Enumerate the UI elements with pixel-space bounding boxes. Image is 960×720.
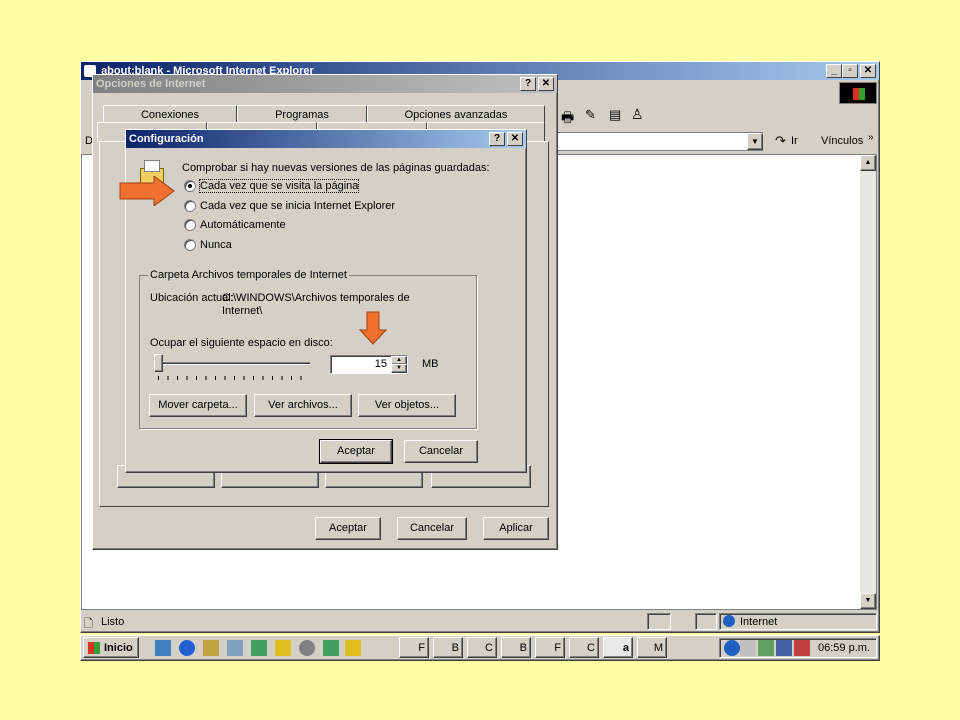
internet-explorer-icon[interactable] bbox=[179, 640, 195, 656]
task-button-6[interactable]: C bbox=[569, 637, 599, 658]
scroll-up-button[interactable]: ▲ bbox=[860, 155, 876, 171]
radio-automatic[interactable] bbox=[184, 219, 196, 231]
settings-dialog: Configuración ? ✕ Comprobar si hay nueva… bbox=[125, 129, 527, 473]
close-button[interactable]: ✕ bbox=[507, 132, 523, 146]
display-tray-icon[interactable] bbox=[776, 640, 792, 656]
help-button[interactable]: ? bbox=[520, 77, 536, 91]
location-value-line1: C:\WINDOWS\Archivos temporales de bbox=[222, 292, 410, 304]
zone-text: Internet bbox=[740, 616, 778, 628]
disk-space-value: 15 bbox=[374, 358, 387, 370]
options-ok-button[interactable]: Aceptar bbox=[315, 517, 381, 540]
close-button[interactable]: ✕ bbox=[860, 64, 876, 78]
task-button-1[interactable]: F bbox=[399, 637, 429, 658]
help-button[interactable]: ? bbox=[489, 132, 505, 146]
radio-never[interactable] bbox=[184, 239, 196, 251]
status-bar: 🗋 Listo Internet bbox=[81, 613, 877, 631]
options-title: Opciones de Internet bbox=[96, 78, 206, 90]
network-icon[interactable] bbox=[251, 640, 267, 656]
task-button-4[interactable]: B bbox=[501, 637, 531, 658]
radio-each-start-label[interactable]: Cada vez que se inicia Internet Explorer bbox=[200, 200, 395, 212]
status-pane-2 bbox=[695, 613, 717, 630]
scheduler-tray-icon[interactable] bbox=[794, 640, 810, 656]
show-desktop-icon[interactable] bbox=[155, 640, 171, 656]
task-button-7-active[interactable]: a bbox=[603, 637, 633, 658]
options-apply-button[interactable]: Aplicar bbox=[483, 517, 549, 540]
vertical-scrollbar[interactable]: ▲ ▼ bbox=[860, 155, 876, 609]
task-button-2[interactable]: B bbox=[433, 637, 463, 658]
settings-titlebar[interactable]: Configuración ? ✕ bbox=[126, 130, 526, 148]
paint-icon[interactable] bbox=[275, 640, 291, 656]
chevron-right-icon[interactable]: » bbox=[868, 132, 874, 143]
page-icon: 🗋 bbox=[84, 618, 93, 630]
slider-ticks bbox=[158, 376, 310, 380]
print-icon[interactable]: 🖶 bbox=[561, 107, 574, 131]
search-icon[interactable] bbox=[227, 640, 243, 656]
toolbar: 🖶 ✎ ▤ ♙ bbox=[561, 106, 651, 126]
volume-icon[interactable] bbox=[740, 640, 756, 656]
disk-space-slider-thumb[interactable] bbox=[154, 354, 163, 372]
move-folder-button[interactable]: Mover carpeta... bbox=[149, 394, 247, 417]
radio-each-visit-label[interactable]: Cada vez que se visita la página bbox=[198, 179, 360, 193]
media-player-icon[interactable] bbox=[345, 640, 361, 656]
system-tray: 06:59 p.m. bbox=[719, 638, 877, 658]
check-versions-label: Comprobar si hay nuevas versiones de las… bbox=[182, 162, 490, 174]
disk-space-input[interactable]: 15 ▲ ▼ bbox=[330, 355, 408, 374]
messenger-icon[interactable]: ♙ bbox=[631, 106, 644, 123]
view-objects-button[interactable]: Ver objetos... bbox=[358, 394, 456, 417]
quick-launch bbox=[151, 640, 361, 658]
clock[interactable]: 06:59 p.m. bbox=[818, 642, 870, 654]
globe-icon bbox=[723, 615, 735, 627]
settings-title: Configuración bbox=[129, 133, 204, 145]
start-label: Inicio bbox=[104, 642, 133, 654]
status-pane-1 bbox=[647, 613, 671, 630]
disk-space-unit: MB bbox=[422, 358, 439, 370]
network-tray-icon[interactable] bbox=[758, 640, 774, 656]
settings-ok-button[interactable]: Aceptar bbox=[319, 439, 393, 464]
options-cancel-button[interactable]: Cancelar bbox=[397, 517, 467, 540]
windows-logo bbox=[839, 82, 877, 104]
address-input[interactable] bbox=[551, 132, 763, 151]
links-label[interactable]: Vínculos bbox=[821, 135, 863, 147]
scroll-down-button[interactable]: ▼ bbox=[860, 593, 876, 609]
radio-never-label[interactable]: Nunca bbox=[200, 239, 232, 251]
task-button-3[interactable]: C bbox=[467, 637, 497, 658]
temp-files-group: Carpeta Archivos temporales de Internet … bbox=[139, 269, 477, 429]
close-button[interactable]: ✕ bbox=[538, 77, 554, 91]
globe-tray-icon[interactable] bbox=[724, 640, 740, 656]
discuss-icon[interactable]: ▤ bbox=[609, 107, 621, 123]
options-titlebar[interactable]: Opciones de Internet ? ✕ bbox=[93, 75, 557, 93]
go-arrow-icon[interactable]: ↷ bbox=[775, 133, 786, 149]
windows-flag-icon bbox=[88, 642, 100, 654]
address-dropdown-button[interactable]: ▼ bbox=[747, 133, 763, 150]
radio-each-start[interactable] bbox=[184, 200, 196, 212]
outlook-icon[interactable] bbox=[203, 640, 219, 656]
edit-icon[interactable]: ✎ bbox=[585, 107, 596, 123]
go-label[interactable]: Ir bbox=[791, 135, 798, 147]
task-button-5[interactable]: F bbox=[535, 637, 565, 658]
settings-cancel-button[interactable]: Cancelar bbox=[404, 440, 478, 463]
status-pane-zone: Internet bbox=[719, 613, 877, 630]
annotation-arrow-right-icon bbox=[119, 176, 175, 206]
media-icon[interactable] bbox=[299, 640, 315, 656]
radio-each-visit[interactable] bbox=[184, 180, 196, 192]
status-text: Listo bbox=[101, 616, 125, 628]
location-value-line2: Internet\ bbox=[222, 305, 263, 317]
minimize-button[interactable]: _ bbox=[826, 64, 842, 78]
taskbar: Inicio F B C B F C a M 06:59 p.m. bbox=[80, 635, 880, 661]
task-button-8[interactable]: M bbox=[637, 637, 667, 658]
disk-space-label: Ocupar el siguiente espacio en disco: bbox=[150, 337, 333, 349]
network-share-icon[interactable] bbox=[323, 640, 339, 656]
annotation-arrow-down-icon bbox=[358, 311, 388, 345]
temp-files-legend: Carpeta Archivos temporales de Internet bbox=[148, 269, 349, 281]
maximize-button[interactable]: ▫ bbox=[842, 64, 858, 78]
disk-space-slider-track[interactable] bbox=[160, 362, 310, 365]
spin-down-button[interactable]: ▼ bbox=[391, 364, 407, 373]
start-button[interactable]: Inicio bbox=[83, 637, 139, 658]
radio-automatic-label[interactable]: Automáticamente bbox=[200, 219, 286, 231]
view-files-button[interactable]: Ver archivos... bbox=[254, 394, 352, 417]
